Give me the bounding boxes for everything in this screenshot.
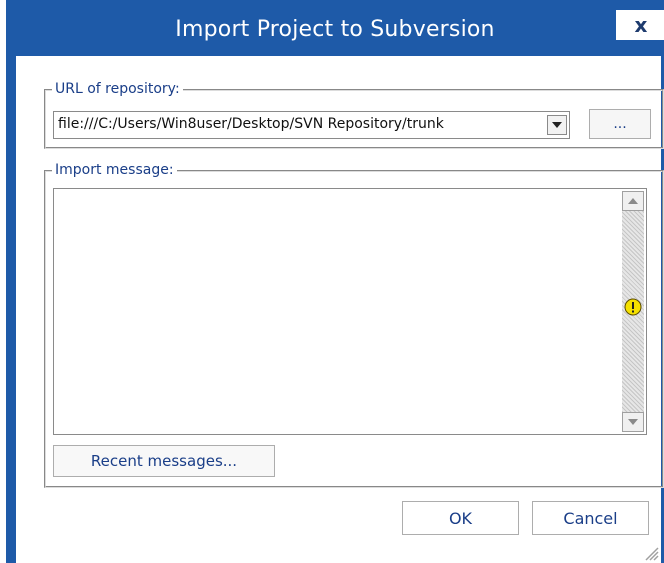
close-button[interactable]: x — [616, 10, 664, 40]
arrow-up-icon — [628, 198, 638, 204]
browse-button[interactable]: ... — [589, 109, 651, 139]
repository-url-value[interactable]: file:///C:/Users/Win8user/Desktop/SVN Re… — [58, 116, 444, 132]
scroll-up-button[interactable] — [622, 191, 644, 211]
combo-dropdown-button[interactable] — [547, 115, 567, 135]
chevron-down-icon — [552, 122, 562, 128]
cancel-button[interactable]: Cancel — [532, 501, 649, 535]
scroll-track[interactable] — [622, 211, 644, 412]
dialog-window: Import Project to Subversion x URL of re… — [6, 0, 664, 563]
dialog-body: URL of repository: file:///C:/Users/Win8… — [16, 56, 664, 563]
window-title: Import Project to Subversion — [175, 17, 495, 42]
message-scrollbar[interactable] — [622, 191, 644, 432]
warning-icon — [624, 298, 642, 316]
title-bar[interactable]: Import Project to Subversion x — [6, 0, 664, 56]
url-group-label: URL of repository: — [52, 81, 183, 97]
scroll-down-button[interactable] — [622, 412, 644, 432]
import-message-textarea[interactable] — [53, 188, 647, 435]
repository-url-combobox[interactable]: file:///C:/Users/Win8user/Desktop/SVN Re… — [53, 111, 570, 139]
url-group: URL of repository: file:///C:/Users/Win8… — [44, 81, 664, 149]
close-icon: x — [634, 13, 648, 37]
ok-button[interactable]: OK — [402, 501, 519, 535]
message-group-label: Import message: — [52, 162, 177, 178]
arrow-down-icon — [628, 419, 638, 425]
resize-grip-icon[interactable] — [641, 543, 659, 561]
recent-messages-button[interactable]: Recent messages... — [53, 445, 275, 477]
message-group: Import message: Recent messages... — [44, 162, 664, 488]
